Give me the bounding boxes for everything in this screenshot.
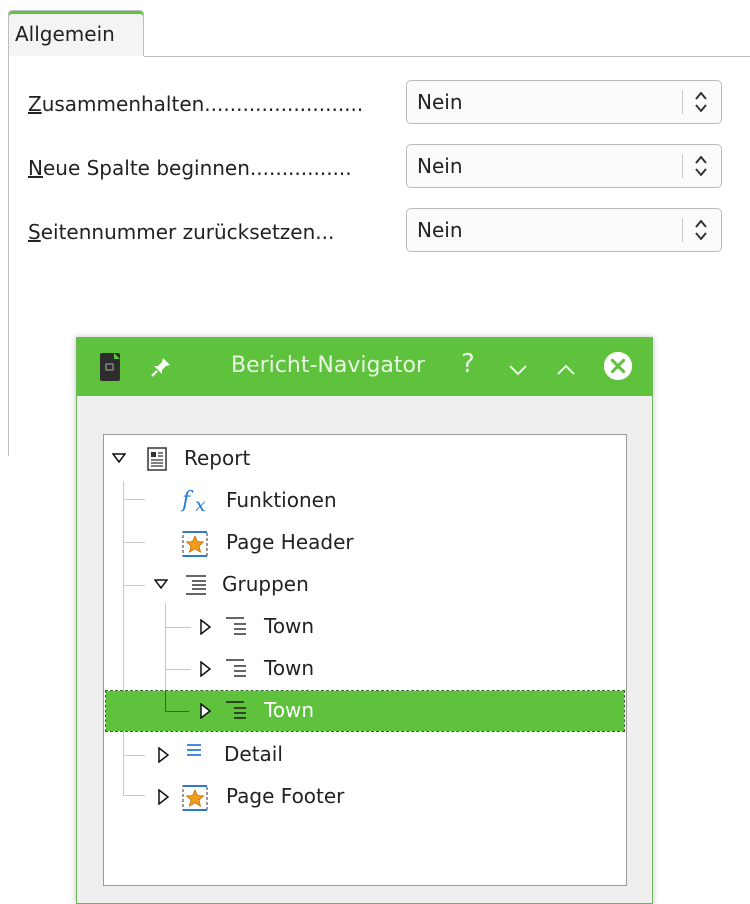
expand-arrow-icon[interactable] xyxy=(198,703,212,719)
tree-item-label: Town xyxy=(264,656,315,680)
tree-item-town[interactable]: Town xyxy=(104,649,624,689)
groups-icon xyxy=(186,575,206,595)
tree-item-label: Funktionen xyxy=(226,488,337,512)
document-icon[interactable] xyxy=(99,352,121,382)
collapse-arrow-icon[interactable] xyxy=(154,577,168,591)
svg-text:f: f xyxy=(180,488,194,513)
group-icon xyxy=(226,617,246,635)
tree-item-label: Detail xyxy=(224,742,283,766)
tree-line xyxy=(165,691,166,711)
tab-divider xyxy=(144,56,750,57)
select-value: Nein xyxy=(417,90,463,114)
report-navigator-window: Bericht-Navigator ? Report f x Funktione… xyxy=(76,337,653,904)
help-button[interactable]: ? xyxy=(461,349,475,381)
group-icon xyxy=(226,701,246,719)
chevron-down-icon[interactable] xyxy=(505,354,531,386)
spin-arrows-icon xyxy=(695,91,707,113)
property-label: Seitennummer zurücksetzen... xyxy=(28,220,335,244)
titlebar[interactable]: Bericht-Navigator ? xyxy=(77,338,652,396)
collapse-arrow-icon[interactable] xyxy=(112,451,126,465)
spin-arrows-icon xyxy=(695,155,707,177)
tree-line xyxy=(165,711,189,712)
expand-arrow-icon[interactable] xyxy=(198,661,212,677)
tree-item-label: Town xyxy=(264,614,315,638)
tree-item-label: Page Header xyxy=(226,530,354,554)
select-value: Nein xyxy=(417,218,463,242)
expand-arrow-icon[interactable] xyxy=(156,789,170,805)
tree-item-page-header[interactable]: Page Header xyxy=(104,523,624,563)
select-separator xyxy=(682,90,683,114)
navigator-tree[interactable]: Report f x Funktionen Page Header Gruppe… xyxy=(103,434,627,886)
expand-arrow-icon[interactable] xyxy=(198,619,212,635)
property-row-zusammenhalten: Zusammenhalten......................... … xyxy=(28,80,748,130)
select-value: Nein xyxy=(417,154,463,178)
pin-icon[interactable] xyxy=(149,355,173,379)
tree-item-label: Town xyxy=(264,698,315,722)
tree-item-report[interactable]: Report xyxy=(104,439,624,479)
select-separator xyxy=(682,154,683,178)
page-header-icon xyxy=(182,531,208,557)
spin-arrows-icon xyxy=(695,219,707,241)
tree-item-gruppen[interactable]: Gruppen xyxy=(104,565,624,605)
chevron-up-icon[interactable] xyxy=(553,354,579,386)
group-icon xyxy=(226,659,246,677)
tree-item-label: Page Footer xyxy=(226,784,345,808)
property-row-neue-spalte: Neue Spalte beginnen................ Nei… xyxy=(28,144,748,194)
tree-item-town[interactable]: Town xyxy=(104,607,624,647)
close-icon[interactable] xyxy=(601,350,635,382)
tree-item-detail[interactable]: Detail xyxy=(104,735,624,775)
property-label: Zusammenhalten......................... xyxy=(28,92,364,116)
report-icon xyxy=(147,447,167,471)
svg-text:x: x xyxy=(195,494,206,515)
detail-icon xyxy=(187,744,201,756)
property-label: Neue Spalte beginnen................ xyxy=(28,156,352,180)
select-separator xyxy=(682,218,683,242)
tree-item-town-selected[interactable]: Town xyxy=(105,690,625,732)
panel-border xyxy=(8,56,9,456)
page-footer-icon xyxy=(182,785,208,811)
tree-item-funktionen[interactable]: f x Funktionen xyxy=(104,481,624,521)
tree-item-label: Report xyxy=(184,446,251,470)
expand-arrow-icon[interactable] xyxy=(156,747,170,763)
function-icon: f x xyxy=(180,488,206,515)
seitennummer-select[interactable]: Nein xyxy=(406,208,722,252)
zusammenhalten-select[interactable]: Nein xyxy=(406,80,722,124)
window-title: Bericht-Navigator xyxy=(231,353,426,378)
tree-item-page-footer[interactable]: Page Footer xyxy=(104,777,624,817)
property-row-seitennummer: Seitennummer zurücksetzen... Nein xyxy=(28,208,748,258)
tab-allgemein[interactable]: Allgemein xyxy=(8,10,144,56)
neue-spalte-select[interactable]: Nein xyxy=(406,144,722,188)
tree-item-label: Gruppen xyxy=(222,572,309,596)
tab-label: Allgemein xyxy=(15,22,115,46)
